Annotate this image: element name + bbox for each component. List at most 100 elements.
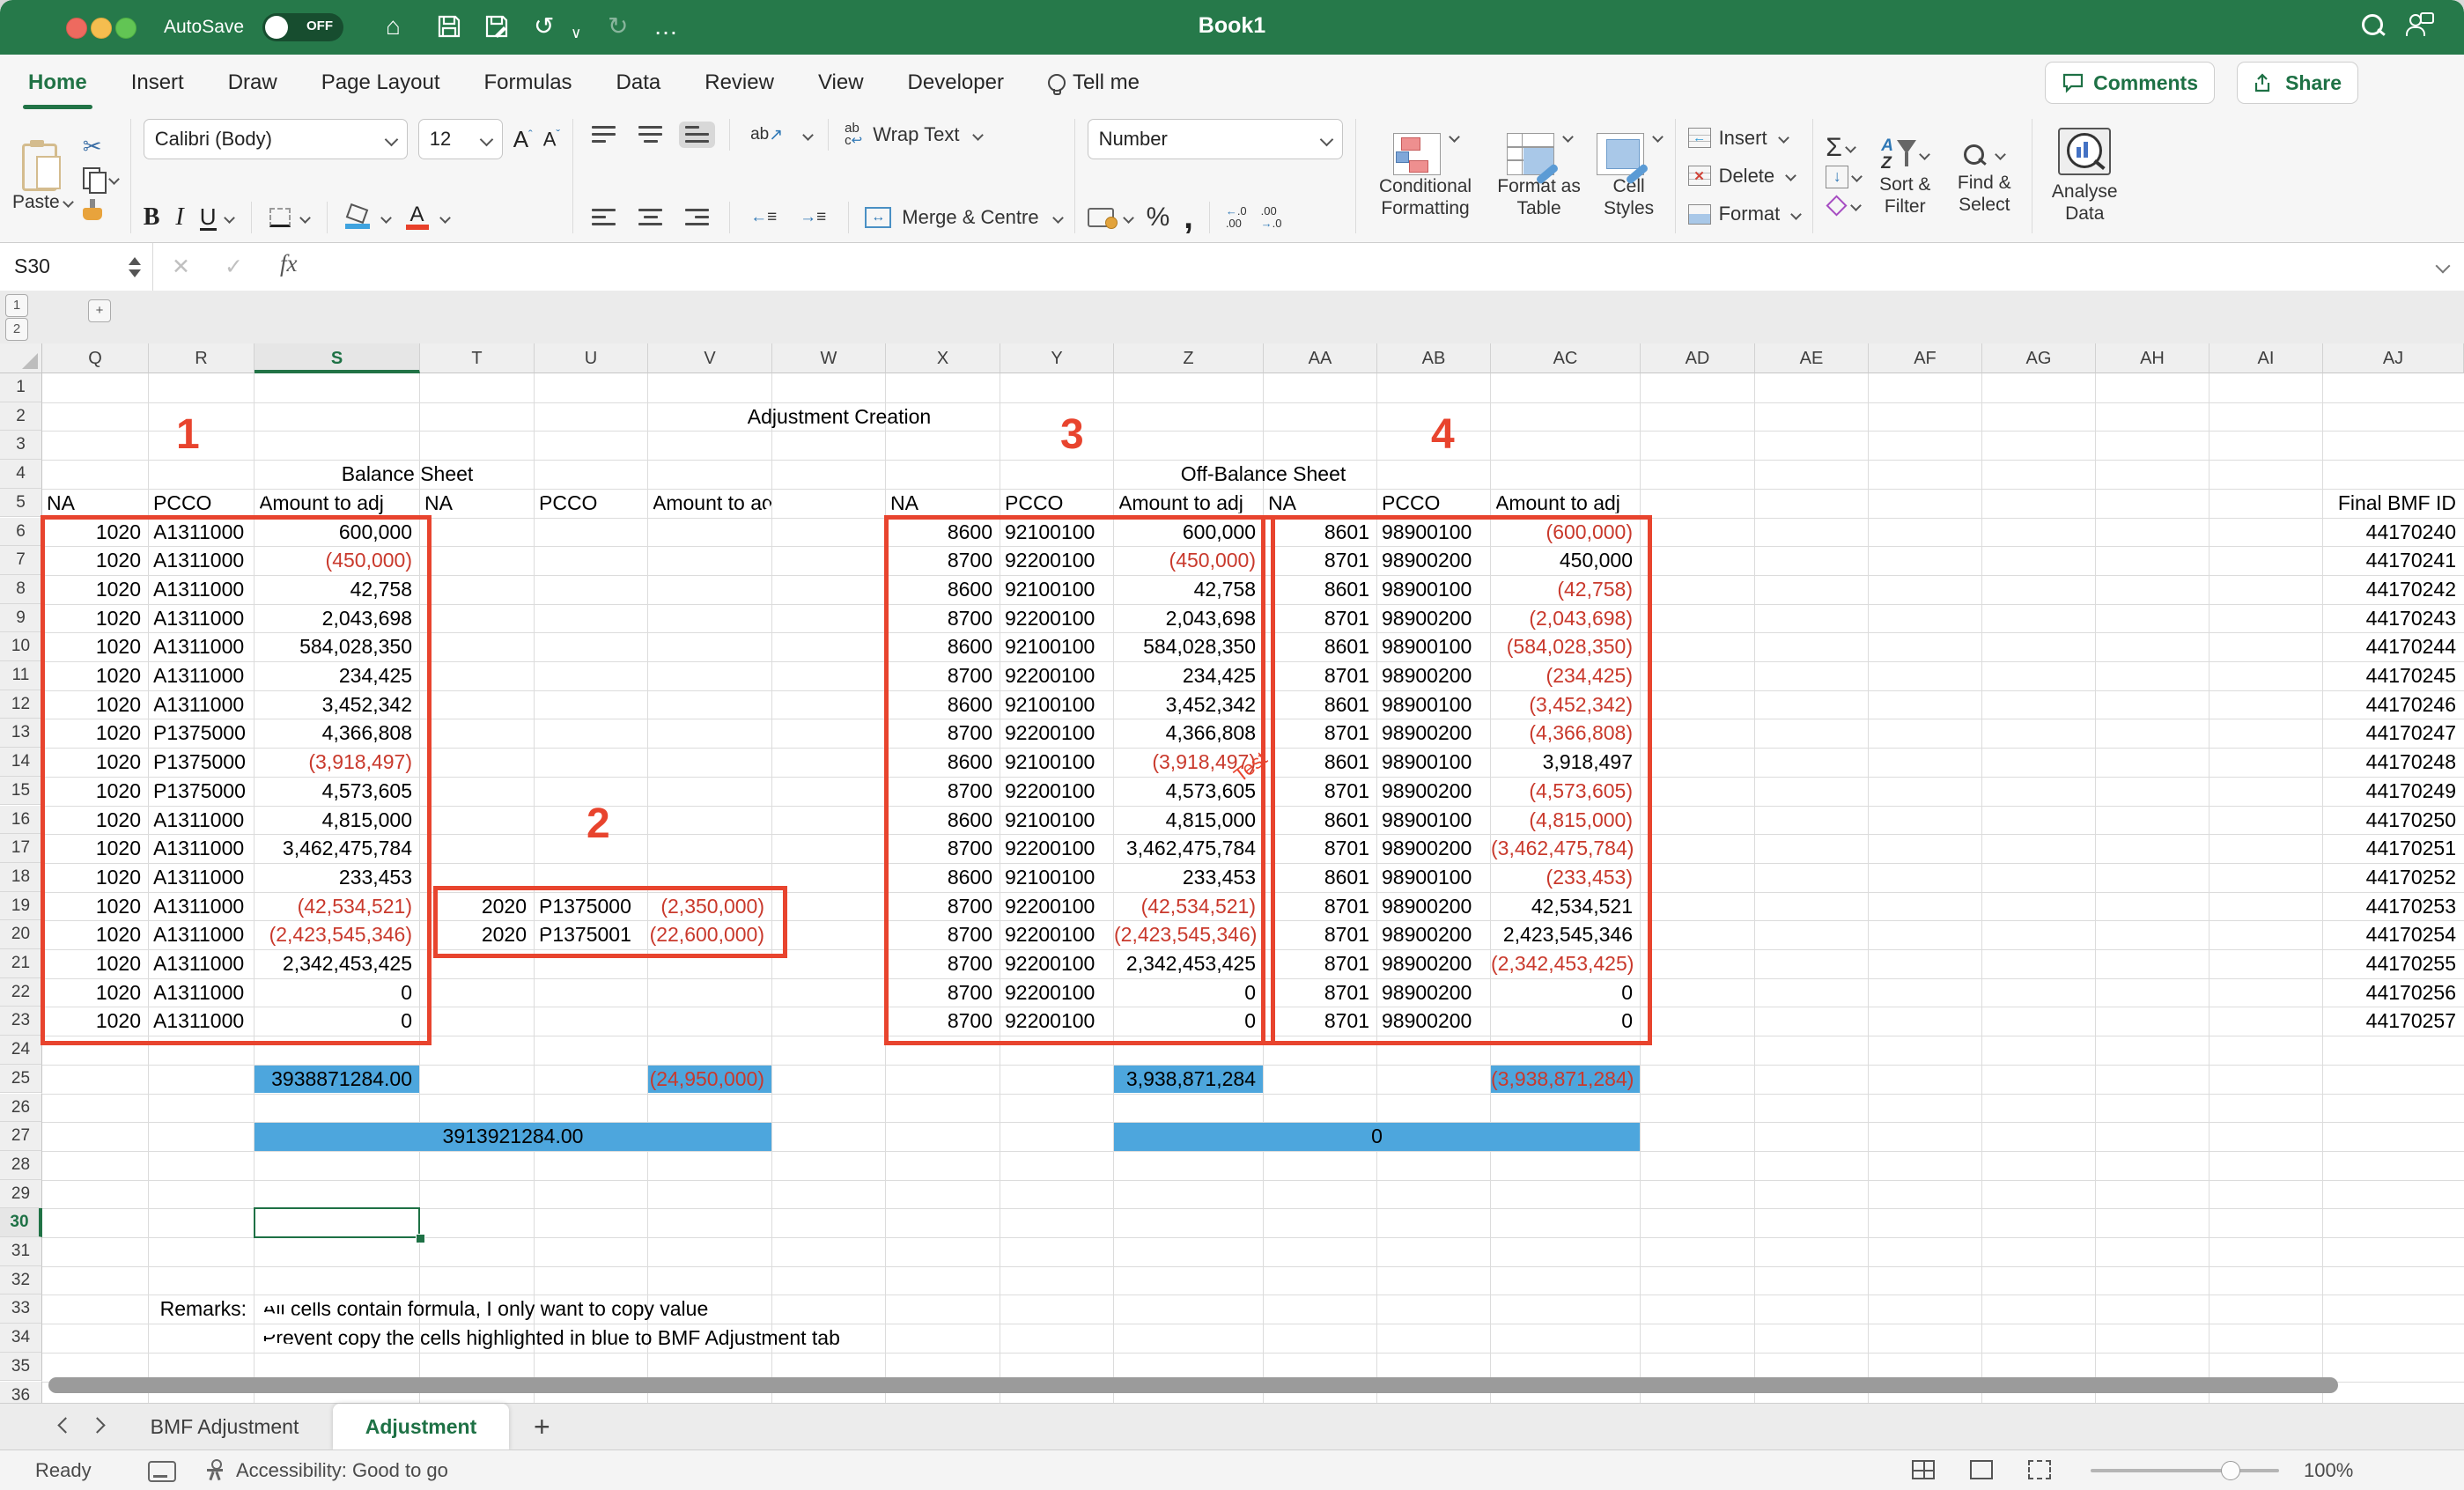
- cell-R15[interactable]: P1375000: [149, 778, 254, 806]
- cell-AA18[interactable]: 8601: [1264, 864, 1376, 892]
- row-header-10[interactable]: 10: [0, 632, 42, 661]
- cell-AB6[interactable]: 98900100: [1377, 519, 1490, 547]
- header-T5[interactable]: NA: [420, 490, 534, 518]
- cell-AC22[interactable]: 0: [1491, 979, 1640, 1007]
- cell-Y12[interactable]: 92100100: [1000, 691, 1113, 719]
- cell-Z17[interactable]: 3,462,475,784: [1114, 835, 1263, 863]
- row-header-12[interactable]: 12: [0, 690, 42, 719]
- row-header-3[interactable]: 3: [0, 431, 42, 460]
- cell-AB9[interactable]: 98900200: [1377, 605, 1490, 633]
- column-header-R[interactable]: R: [149, 343, 255, 373]
- cell-Z8[interactable]: 42,758: [1114, 576, 1263, 604]
- zoom-slider-track[interactable]: [2091, 1469, 2279, 1472]
- cell-Q14[interactable]: 1020: [42, 749, 148, 777]
- total-merged-Z27[interactable]: 0: [1114, 1123, 1640, 1151]
- cell-Q13[interactable]: 1020: [42, 719, 148, 748]
- horizontal-scrollbar[interactable]: [48, 1377, 2338, 1393]
- cell-Y19[interactable]: 92200100: [1000, 893, 1113, 921]
- cell-S22[interactable]: 0: [255, 979, 419, 1007]
- cell-AB20[interactable]: 98900200: [1377, 921, 1490, 949]
- normal-view-icon[interactable]: [1912, 1460, 1935, 1479]
- total-V25[interactable]: (24,950,000): [648, 1066, 771, 1094]
- row-header-17[interactable]: 17: [0, 834, 42, 863]
- cell-Z15[interactable]: 4,573,605: [1114, 778, 1263, 806]
- cell-AC6[interactable]: (600,000): [1491, 519, 1640, 547]
- prev-sheet-icon[interactable]: [57, 1417, 73, 1433]
- cell-U20[interactable]: P1375001: [535, 921, 647, 949]
- column-header-S[interactable]: S: [255, 343, 420, 373]
- cell-AA11[interactable]: 8701: [1264, 662, 1376, 690]
- cell-AC16[interactable]: (4,815,000): [1491, 807, 1640, 835]
- row-header-19[interactable]: 19: [0, 892, 42, 921]
- cell-U19[interactable]: P1375000: [535, 893, 647, 921]
- cell-Q23[interactable]: 1020: [42, 1007, 148, 1036]
- cell-AC15[interactable]: (4,573,605): [1491, 778, 1640, 806]
- header-AJ5[interactable]: Final BMF ID: [2323, 490, 2463, 518]
- cell-R21[interactable]: A1311000: [149, 950, 254, 978]
- cell-X10[interactable]: 8600: [886, 633, 1000, 661]
- cell-X11[interactable]: 8700: [886, 662, 1000, 690]
- cell-Y20[interactable]: 92200100: [1000, 921, 1113, 949]
- cell-AA21[interactable]: 8701: [1264, 950, 1376, 978]
- header-X5[interactable]: NA: [886, 490, 1000, 518]
- column-header-AB[interactable]: AB: [1377, 343, 1491, 373]
- cell-R10[interactable]: A1311000: [149, 633, 254, 661]
- total-AC25[interactable]: (3,938,871,284): [1491, 1066, 1640, 1094]
- cell-AC13[interactable]: (4,366,808): [1491, 719, 1640, 748]
- column-header-U[interactable]: U: [535, 343, 648, 373]
- row-header-29[interactable]: 29: [0, 1180, 42, 1209]
- cell-Y7[interactable]: 92200100: [1000, 547, 1113, 575]
- cell-S16[interactable]: 4,815,000: [255, 807, 419, 835]
- cell-R6[interactable]: A1311000: [149, 519, 254, 547]
- cell-R19[interactable]: A1311000: [149, 893, 254, 921]
- cell-Z23[interactable]: 0: [1114, 1007, 1263, 1036]
- row-header-14[interactable]: 14: [0, 748, 42, 777]
- cell-Y17[interactable]: 92200100: [1000, 835, 1113, 863]
- cell-X8[interactable]: 8600: [886, 576, 1000, 604]
- cell-X7[interactable]: 8700: [886, 547, 1000, 575]
- cell-R18[interactable]: A1311000: [149, 864, 254, 892]
- cell-X23[interactable]: 8700: [886, 1007, 1000, 1036]
- cell-AB14[interactable]: 98900100: [1377, 749, 1490, 777]
- row-header-8[interactable]: 8: [0, 575, 42, 604]
- cell-Y15[interactable]: 92200100: [1000, 778, 1113, 806]
- row-header-15[interactable]: 15: [0, 777, 42, 806]
- zoom-slider-knob[interactable]: [2221, 1461, 2240, 1480]
- cell-AB8[interactable]: 98900100: [1377, 576, 1490, 604]
- cell-V20[interactable]: (22,600,000): [648, 921, 771, 949]
- cell-X14[interactable]: 8600: [886, 749, 1000, 777]
- cell-T19[interactable]: 2020: [420, 893, 534, 921]
- cell-Z18[interactable]: 233,453: [1114, 864, 1263, 892]
- cell-Z9[interactable]: 2,043,698: [1114, 605, 1263, 633]
- keyboard-icon[interactable]: [148, 1461, 176, 1482]
- cell-AJ20[interactable]: 44170254: [2323, 921, 2463, 949]
- row-header-33[interactable]: 33: [0, 1295, 42, 1324]
- column-header-X[interactable]: X: [886, 343, 1000, 373]
- cell-S17[interactable]: 3,462,475,784: [255, 835, 419, 863]
- row-header-20[interactable]: 20: [0, 920, 42, 949]
- cell-AJ21[interactable]: 44170255: [2323, 950, 2463, 978]
- remarks-label[interactable]: Remarks:: [149, 1295, 254, 1324]
- row-header-9[interactable]: 9: [0, 604, 42, 633]
- cell-R23[interactable]: A1311000: [149, 1007, 254, 1036]
- cell-AA17[interactable]: 8701: [1264, 835, 1376, 863]
- total-Z25[interactable]: 3,938,871,284: [1114, 1066, 1263, 1094]
- cell-X17[interactable]: 8700: [886, 835, 1000, 863]
- cell-AJ17[interactable]: 44170251: [2323, 835, 2463, 863]
- cell-X18[interactable]: 8600: [886, 864, 1000, 892]
- cell-AA13[interactable]: 8701: [1264, 719, 1376, 748]
- cell-S8[interactable]: 42,758: [255, 576, 419, 604]
- header-Q5[interactable]: NA: [42, 490, 148, 518]
- cell-Z19[interactable]: (42,534,521): [1114, 893, 1263, 921]
- cell-S20[interactable]: (2,423,545,346): [255, 921, 419, 949]
- header-V5[interactable]: Amount to adj: [648, 490, 771, 518]
- column-header-AE[interactable]: AE: [1755, 343, 1869, 373]
- cell-Y10[interactable]: 92100100: [1000, 633, 1113, 661]
- row-header-27[interactable]: 27: [0, 1122, 42, 1151]
- next-sheet-icon[interactable]: [89, 1417, 105, 1433]
- row-header-32[interactable]: 32: [0, 1266, 42, 1295]
- cell-AB10[interactable]: 98900100: [1377, 633, 1490, 661]
- cell-Q15[interactable]: 1020: [42, 778, 148, 806]
- row-header-4[interactable]: 4: [0, 460, 42, 489]
- cell-AJ23[interactable]: 44170257: [2323, 1007, 2463, 1036]
